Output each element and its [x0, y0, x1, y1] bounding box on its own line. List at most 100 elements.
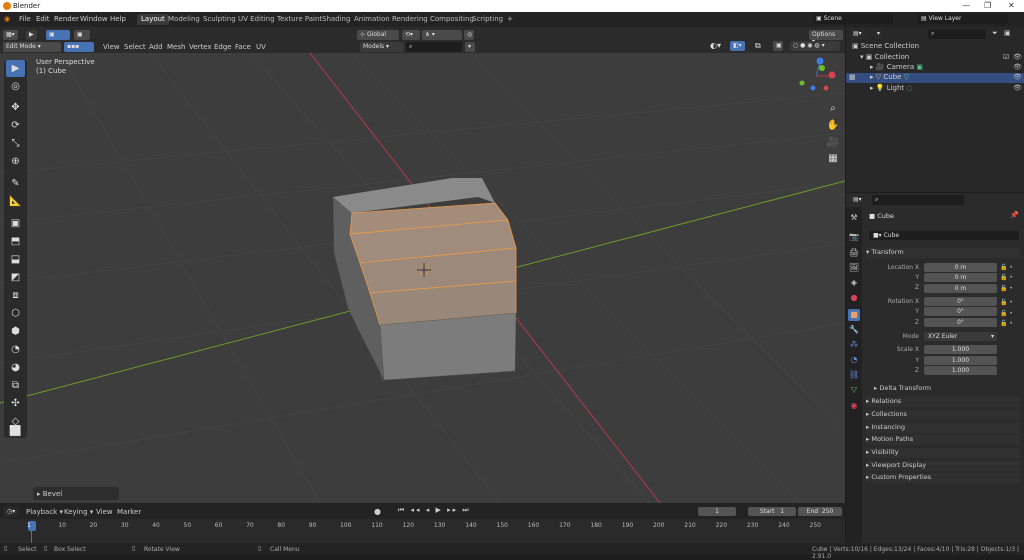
outliner-filter-icon[interactable]: ▾	[874, 29, 882, 39]
rotation-y-field[interactable]: 0°	[924, 307, 997, 316]
gizmo-neg-y-icon[interactable]	[799, 80, 805, 86]
outliner-row-collection[interactable]: ▾ ▣ Collection ☑ 👁	[860, 53, 1022, 63]
view-layer-selector[interactable]: ▤ View Layer	[918, 14, 1008, 24]
models-dropdown[interactable]: Models ▾	[360, 42, 404, 52]
eye-icon[interactable]: 👁	[1013, 63, 1022, 71]
outliner-row-scene-collection[interactable]: ▣ Scene Collection	[852, 42, 1020, 52]
tab-modeling[interactable]: Modeling	[164, 14, 204, 25]
rotation-x-field[interactable]: 0°	[924, 297, 997, 306]
header-menu-uv[interactable]: UV	[256, 43, 266, 51]
menu-render[interactable]: Render	[54, 15, 79, 23]
measure-tool-icon[interactable]: 📐	[6, 193, 25, 210]
select-mode-new[interactable]: ▣	[74, 30, 90, 40]
world-tab-icon[interactable]: ●	[848, 292, 860, 304]
lock-icon[interactable]: 🔓 •	[1000, 273, 1016, 283]
eye-icon[interactable]: 👁	[1013, 84, 1022, 92]
viewport-display-section[interactable]: ▸ Viewport Display	[866, 461, 1020, 471]
inset-tool-icon[interactable]: ⬓	[6, 251, 25, 268]
poly-build-tool-icon[interactable]: ⬢	[6, 323, 25, 340]
header-menu-face[interactable]: Face	[235, 43, 251, 51]
pan-hand-icon[interactable]: ✋	[826, 120, 840, 134]
rotation-mode-dropdown[interactable]: XYZ Euler ▾	[924, 332, 997, 341]
rotate-tool-icon[interactable]: ⟳	[6, 117, 25, 134]
transform-tool-icon[interactable]: ⊕	[6, 153, 25, 170]
lock-icon[interactable]: 🔓 •	[1000, 319, 1016, 329]
output-tab-icon[interactable]: 🖨	[848, 247, 860, 259]
outliner-row-camera[interactable]: ▸ 🎥 Camera ▣ 👁	[870, 63, 1022, 73]
options-dropdown[interactable]: Options ▾	[809, 30, 843, 45]
proportional-icon[interactable]: ◎	[464, 30, 474, 40]
camera-view-icon[interactable]: 🎥	[826, 137, 840, 151]
minimize-icon[interactable]: —	[962, 1, 970, 10]
select-box-tool-icon[interactable]: ▶	[6, 60, 25, 77]
rip-tool-icon[interactable]: ⬜	[6, 423, 25, 438]
object-name-field[interactable]: ■▾ Cube	[869, 231, 1019, 240]
add-workspace-icon[interactable]: +	[503, 14, 517, 25]
delta-transform-header[interactable]: ▸ Delta Transform	[866, 384, 1020, 392]
lock-icon[interactable]: 🔓 •	[1000, 298, 1016, 308]
outliner-filter-funnel-icon[interactable]: ⏷	[992, 29, 998, 38]
annotate-tool-icon[interactable]: ✎	[6, 175, 25, 192]
location-y-field[interactable]: 0 m	[924, 273, 997, 282]
zoom-icon[interactable]: ⌕	[826, 103, 840, 117]
scene-selector[interactable]: ▣ Scene	[813, 14, 893, 24]
menu-help[interactable]: Help	[110, 15, 126, 23]
header-menu-add[interactable]: Add	[149, 43, 163, 51]
xray-toggle-icon[interactable]: ▣	[773, 41, 783, 51]
maximize-icon[interactable]: ❐	[984, 1, 991, 10]
orientation-dropdown[interactable]: ⊹ Global	[357, 30, 399, 40]
properties-editor-icon[interactable]: ▤▾	[850, 195, 868, 205]
timeline-menu-marker[interactable]: Marker	[117, 508, 141, 516]
smooth-tool-icon[interactable]: ◕	[6, 359, 25, 376]
viewport-search-input[interactable]: ⌕	[406, 42, 462, 52]
navigation-gizmo[interactable]	[799, 57, 836, 91]
outliner-editor-icon[interactable]: ▤▾	[850, 29, 868, 39]
location-x-field[interactable]: 0 m	[924, 263, 997, 272]
outliner-row-light[interactable]: ▸ 💡 Light ◌ 👁	[870, 84, 1022, 94]
outliner-row-cube[interactable]: ▦ ▸ ▽ Cube ▽ 👁	[846, 73, 1024, 83]
eye-icon[interactable]: 👁	[1013, 73, 1022, 81]
timeline-menu-playback[interactable]: Playback ▾	[26, 508, 63, 516]
select-mode-set[interactable]: ▣	[46, 30, 70, 40]
pin-icon[interactable]: 📌	[1010, 211, 1019, 219]
blender-menu-icon[interactable]: ◉	[4, 15, 10, 23]
render-tab-icon[interactable]: 📷	[848, 231, 860, 243]
bevel-tool-icon[interactable]: ◩	[6, 269, 25, 286]
tab-scripting[interactable]: Scripting	[468, 14, 507, 25]
select-tool-icon[interactable]: ▶	[26, 30, 37, 40]
add-cube-tool-icon[interactable]: ▣	[6, 215, 25, 232]
scale-y-field[interactable]: 1.000	[924, 356, 997, 365]
properties-search-input[interactable]: ⌕	[872, 195, 964, 205]
timeline-menu-keying[interactable]: Keying ▾	[64, 508, 93, 516]
gizmo-z-icon[interactable]	[816, 57, 824, 65]
data-tab-icon[interactable]: ▽	[848, 384, 860, 396]
checkbox-icon[interactable]: ☑	[1003, 53, 1009, 61]
mode-dropdown[interactable]: Edit Mode ▾	[3, 42, 61, 52]
cursor-tool-icon[interactable]: ◎	[6, 78, 25, 95]
object-tab-icon[interactable]: ■	[848, 309, 860, 321]
editor-type-icon[interactable]: ▦▾	[3, 30, 18, 40]
menu-edit[interactable]: Edit	[36, 15, 50, 23]
dropdown-chevron-icon[interactable]: ▾	[465, 42, 475, 52]
outliner-search-input[interactable]: ⌕	[928, 29, 986, 39]
vertex-edge-face-toggle[interactable]: ▪▪▪	[64, 42, 94, 52]
lock-icon[interactable]: 🔓 •	[1000, 263, 1016, 273]
menu-file[interactable]: File	[19, 15, 31, 23]
timeline-menu-view[interactable]: View	[96, 508, 113, 516]
shrink-fatten-tool-icon[interactable]: ✣	[6, 395, 25, 412]
scale-x-field[interactable]: 1.000	[924, 345, 997, 354]
snap-icon[interactable]: ⋔ ▾	[422, 30, 462, 40]
header-menu-select[interactable]: Select	[124, 43, 146, 51]
tab-uv-editing[interactable]: UV Editing	[234, 14, 279, 25]
header-menu-edge[interactable]: Edge	[214, 43, 232, 51]
scale-z-field[interactable]: 1.000	[924, 366, 997, 375]
spin-tool-icon[interactable]: ◔	[6, 341, 25, 358]
custom-properties-section[interactable]: ▸ Custom Properties	[866, 473, 1020, 483]
close-icon[interactable]: ✕	[1008, 1, 1015, 10]
physics-tab-icon[interactable]: ◔	[848, 354, 860, 366]
menu-window[interactable]: Window	[80, 15, 108, 23]
motion-paths-section[interactable]: ▸ Motion Paths	[866, 435, 1020, 445]
view-layer-tab-icon[interactable]: 🖼	[848, 262, 860, 274]
overlay-icon[interactable]: ◧▾	[730, 41, 745, 51]
timeline-editor-icon[interactable]: ◷▾	[4, 507, 18, 517]
